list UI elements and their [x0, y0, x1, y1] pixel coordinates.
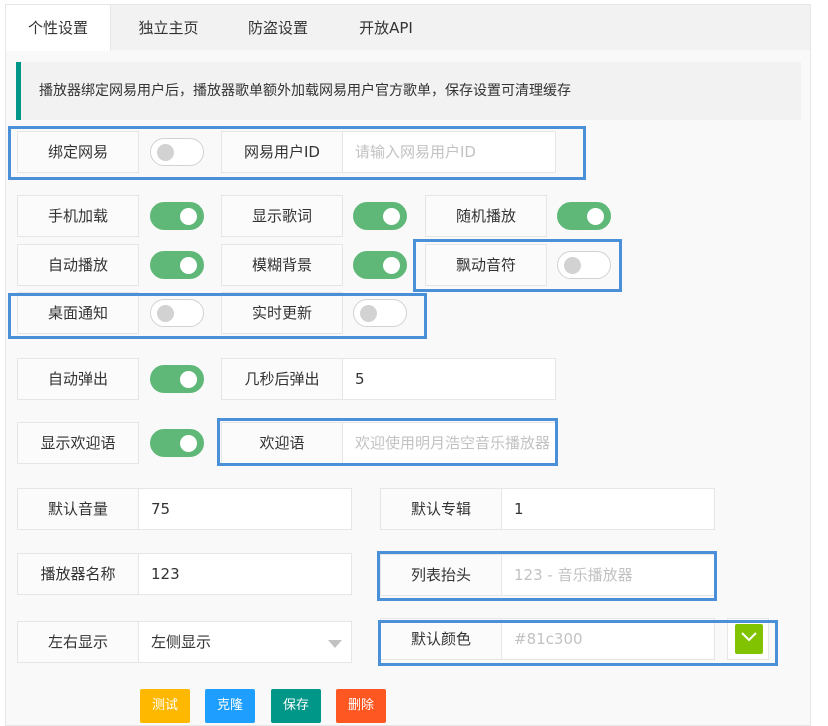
- bind-netease-label: 绑定网易: [17, 131, 139, 173]
- list-header-label: 列表抬头: [380, 554, 502, 596]
- toggle-knob: [383, 208, 400, 225]
- blur-bg-toggle[interactable]: [353, 251, 407, 279]
- player-name-input[interactable]: 123: [139, 553, 352, 595]
- toggle-knob: [157, 305, 174, 322]
- toggle-knob: [360, 305, 377, 322]
- show-lyrics-toggle[interactable]: [353, 202, 407, 230]
- toggle-knob: [180, 208, 197, 225]
- popup-delay-input[interactable]: 5: [343, 358, 556, 400]
- toggle-knob: [180, 371, 197, 388]
- chevron-down-icon: [741, 632, 757, 642]
- toggle-knob: [180, 257, 197, 274]
- tab-open-api[interactable]: 开放API: [330, 5, 442, 51]
- toggle-knob: [157, 144, 174, 161]
- default-album-input[interactable]: 1: [502, 488, 715, 530]
- mobile-load-label: 手机加载: [17, 195, 139, 237]
- side-display-label: 左右显示: [17, 621, 139, 663]
- desktop-notify-label: 桌面通知: [17, 292, 139, 334]
- auto-play-label: 自动播放: [17, 244, 139, 286]
- test-button[interactable]: 测试: [140, 689, 191, 723]
- show-welcome-label: 显示欢迎语: [17, 422, 139, 464]
- delete-button[interactable]: 删除: [336, 689, 387, 723]
- save-button[interactable]: 保存: [271, 689, 322, 723]
- float-notes-toggle[interactable]: [557, 251, 611, 279]
- toggle-knob: [180, 435, 197, 452]
- tab-anti-theft[interactable]: 防盗设置: [226, 5, 330, 51]
- default-color-input[interactable]: #81c300: [502, 618, 715, 660]
- auto-popup-toggle[interactable]: [150, 365, 204, 393]
- mobile-load-toggle[interactable]: [150, 202, 204, 230]
- welcome-text-input[interactable]: 欢迎使用明月浩空音乐播放器: [343, 422, 556, 464]
- bind-netease-toggle[interactable]: [150, 138, 204, 166]
- toggle-knob: [383, 257, 400, 274]
- toggle-knob: [587, 208, 604, 225]
- show-welcome-toggle[interactable]: [150, 429, 204, 457]
- float-notes-label: 飘动音符: [425, 244, 547, 286]
- list-header-input[interactable]: 123 - 音乐播放器: [502, 554, 715, 596]
- default-album-label: 默认专辑: [380, 488, 502, 530]
- default-color-label: 默认颜色: [380, 618, 502, 660]
- netease-uid-label: 网易用户ID: [221, 131, 343, 173]
- random-play-toggle[interactable]: [557, 202, 611, 230]
- color-swatch: [735, 624, 763, 654]
- clone-button[interactable]: 克隆: [205, 689, 256, 723]
- toggle-knob: [564, 257, 581, 274]
- tab-personal-settings[interactable]: 个性设置: [6, 5, 111, 51]
- color-picker[interactable]: [727, 618, 769, 660]
- tab-standalone-home[interactable]: 独立主页: [111, 5, 226, 51]
- tab-bar: 个性设置 独立主页 防盗设置 开放API: [5, 4, 811, 51]
- auto-popup-label: 自动弹出: [17, 358, 139, 400]
- blur-bg-label: 模糊背景: [221, 244, 343, 286]
- desktop-notify-toggle[interactable]: [150, 299, 204, 327]
- show-lyrics-label: 显示歌词: [221, 195, 343, 237]
- live-update-toggle[interactable]: [353, 299, 407, 327]
- auto-play-toggle[interactable]: [150, 251, 204, 279]
- default-volume-label: 默认音量: [17, 488, 139, 530]
- live-update-label: 实时更新: [221, 292, 343, 334]
- popup-delay-label: 几秒后弹出: [221, 358, 343, 400]
- side-display-select[interactable]: 左侧显示: [139, 621, 352, 663]
- default-volume-input[interactable]: 75: [139, 488, 352, 530]
- chevron-down-icon: [328, 640, 342, 648]
- welcome-text-label: 欢迎语: [221, 422, 343, 464]
- player-name-label: 播放器名称: [17, 553, 139, 595]
- notice-banner: 播放器绑定网易用户后，播放器歌单额外加载网易用户官方歌单，保存设置可清理缓存: [16, 62, 801, 120]
- netease-uid-input[interactable]: 请输入网易用户ID: [343, 131, 556, 173]
- random-play-label: 随机播放: [425, 195, 547, 237]
